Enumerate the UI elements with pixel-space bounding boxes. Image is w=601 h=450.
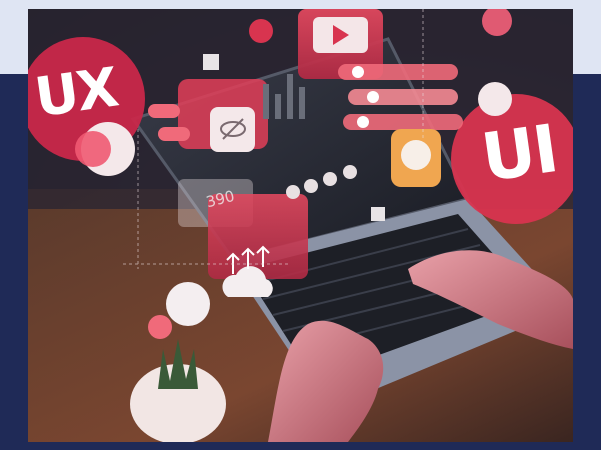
ui-label: UI <box>477 110 562 197</box>
toggle-1 <box>148 104 180 118</box>
slider-stack <box>338 64 463 130</box>
top-red-dot <box>249 19 273 43</box>
toggle-2 <box>158 127 190 141</box>
screen-marker-bottom <box>371 207 385 221</box>
hero-photo: UX UI 390 <box>28 9 573 442</box>
left-white-circle <box>166 282 210 326</box>
orange-button-knob <box>401 140 431 170</box>
ux-bubble-dot <box>75 131 111 167</box>
screen-marker-top <box>203 54 219 70</box>
left-pink-dot <box>148 315 172 339</box>
ux-label: UX <box>31 55 121 130</box>
ui-bubble-small <box>478 82 512 116</box>
